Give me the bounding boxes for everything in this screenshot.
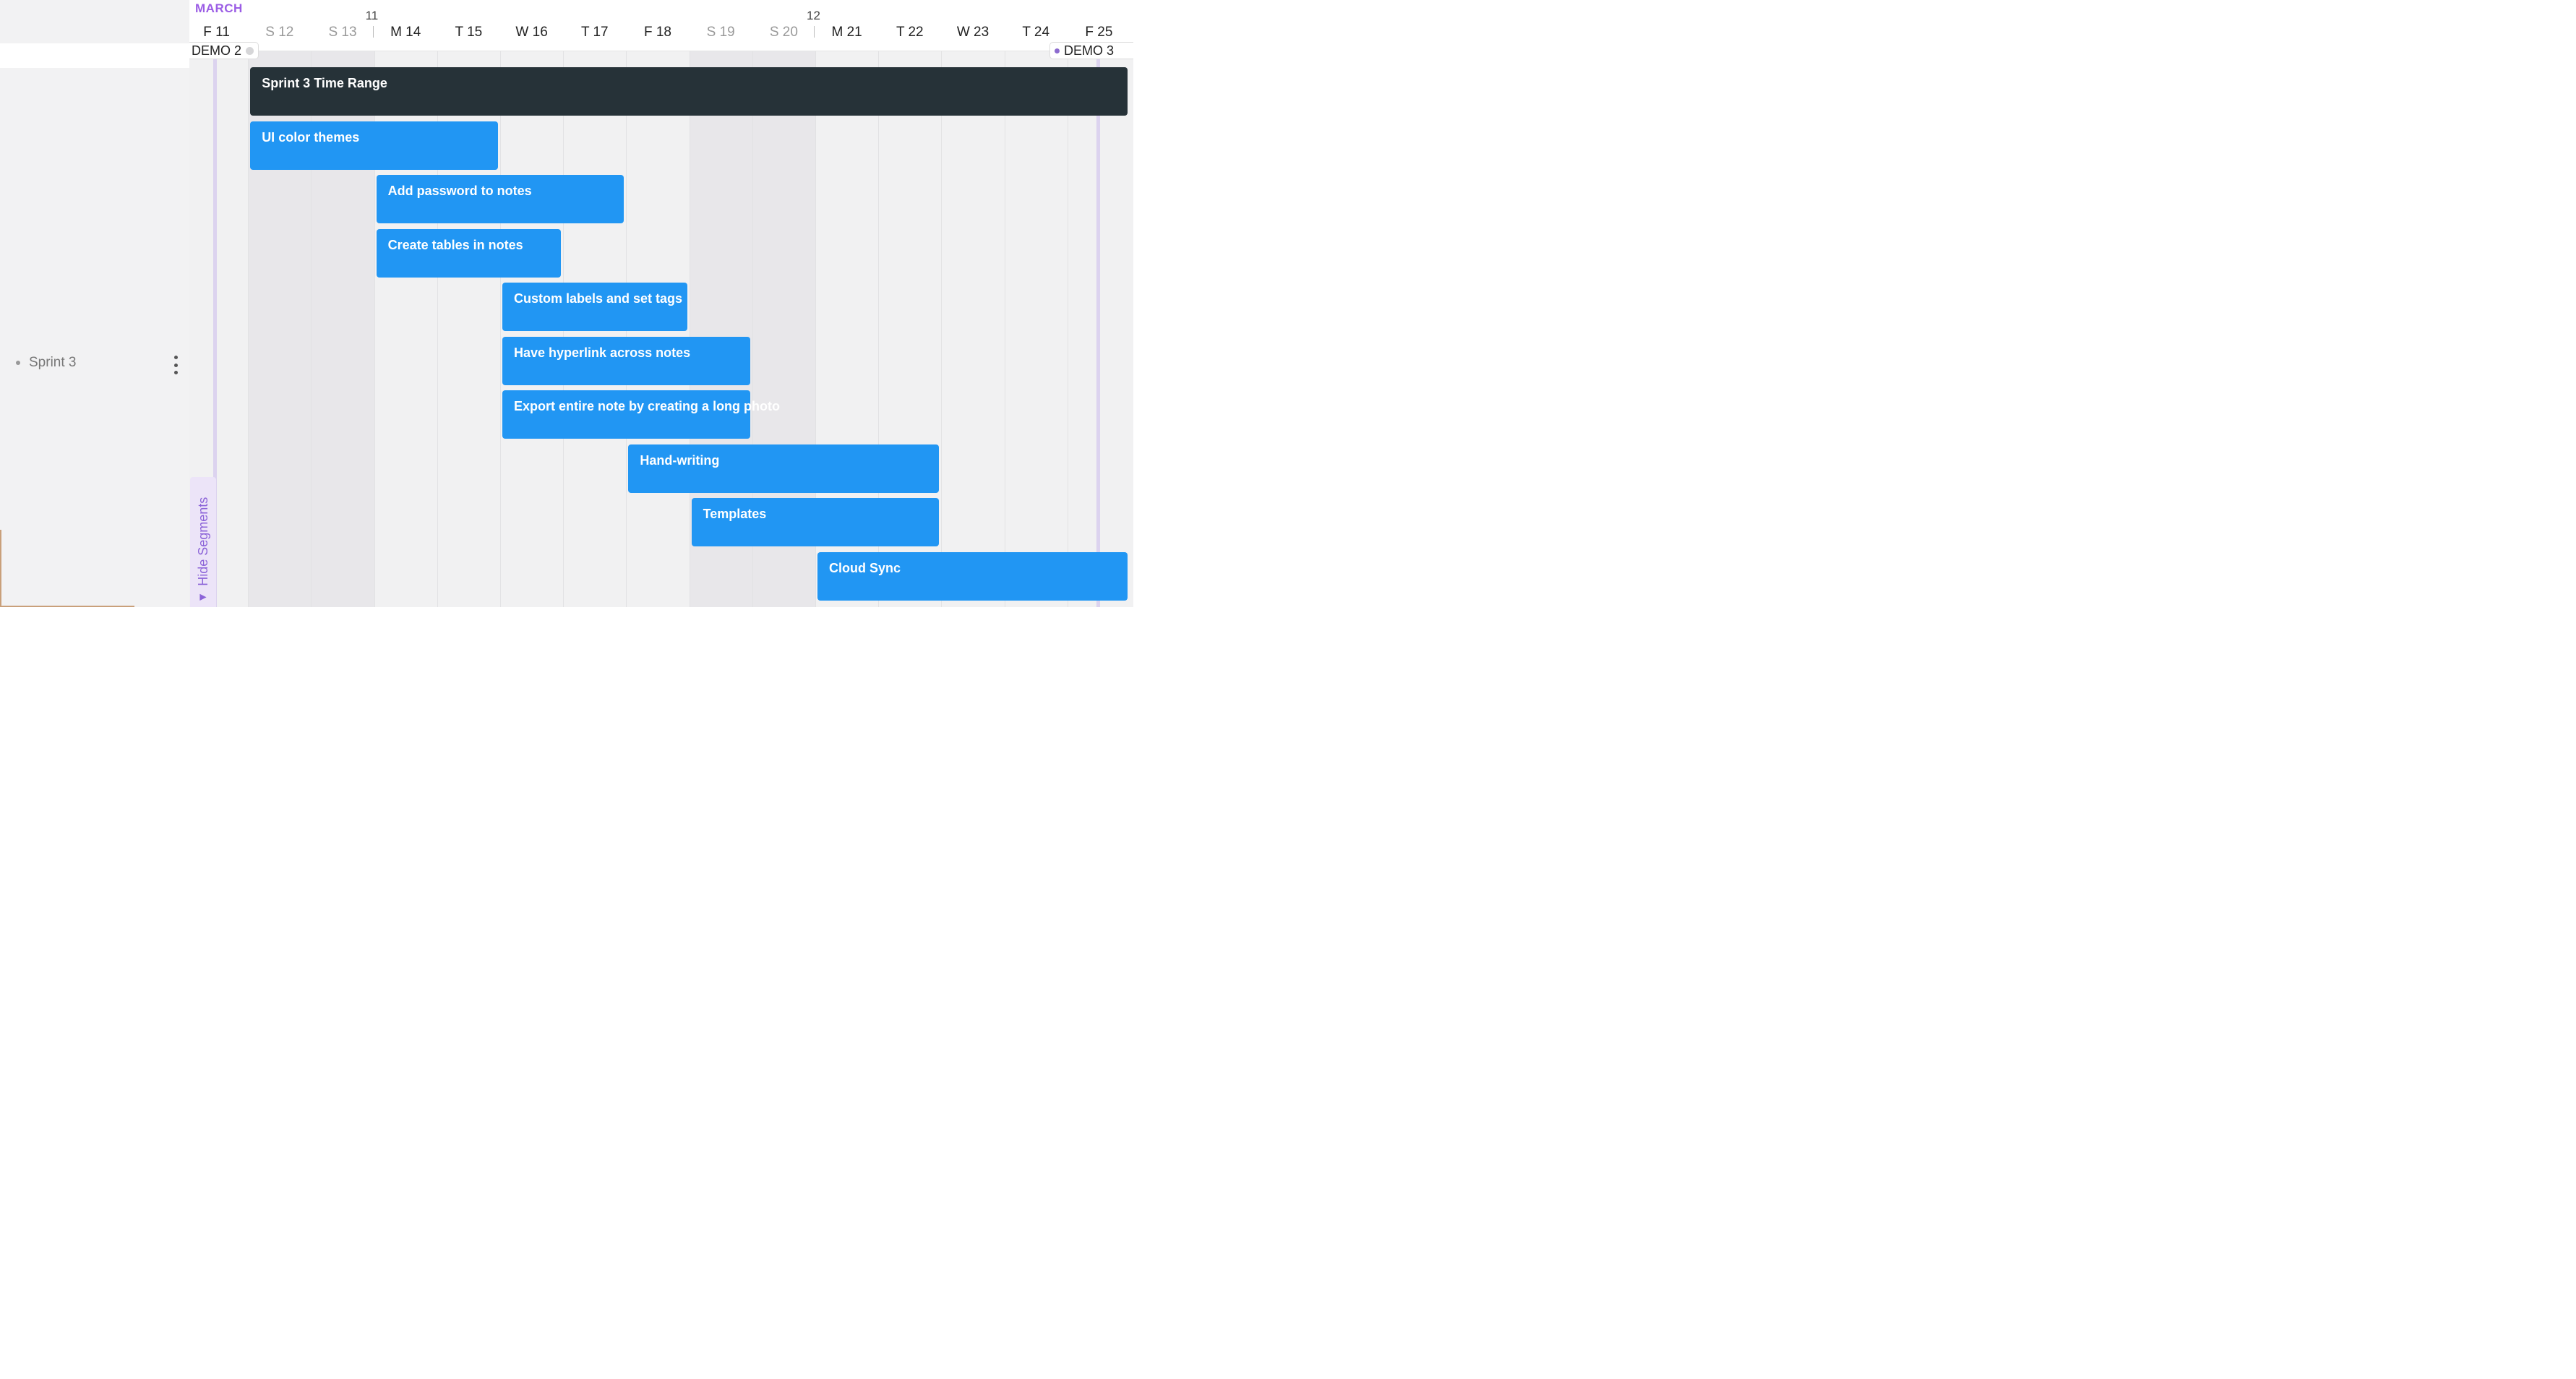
task-bar[interactable]: Export entire note by creating a long ph… [502,390,780,439]
week-separator [814,26,815,38]
left-pane: Sprint 3 [0,0,189,607]
task-bar[interactable]: Add password to notes [376,175,624,223]
day-label: S 20 [769,25,798,40]
day-label: T 24 [1022,25,1050,40]
timeline-header: MARCH F 11 S 12 S 13 M 14 T 15 W 16 T 17 F 18 S … [189,0,1133,51]
milestone-label: DEMO 3 [1064,43,1115,58]
day-column [941,51,1004,607]
day-label: W 16 [515,25,548,40]
more-options-icon[interactable] [172,356,179,374]
sidebar-item-label: Sprint 3 [29,355,77,370]
day-label: F 11 [203,25,230,40]
day-label: M 14 [390,25,421,40]
task-bar[interactable]: Templates [691,498,940,546]
left-header [0,0,189,43]
task-bar[interactable]: Cloud Sync [817,551,1128,601]
day-label: M 21 [831,25,862,40]
milestone-demo-3[interactable]: DEMO 3 [1049,42,1133,59]
day-label: S 12 [265,25,294,40]
task-bar[interactable]: Have hyperlink across notes [502,336,750,385]
day-label: T 17 [580,25,609,40]
day-label: S 13 [328,25,357,40]
task-bar[interactable]: Create tables in notes [376,228,562,278]
left-body [0,68,189,607]
day-label: W 23 [956,25,989,40]
day-column [1004,51,1068,607]
task-bar[interactable]: Hand-writing [628,444,940,493]
month-label: MARCH [195,1,243,15]
day-label: T 22 [896,25,924,40]
sidebar-item-sprint-3[interactable]: Sprint 3 [16,355,76,371]
day-label: F 18 [643,25,672,40]
day-label: T 15 [455,25,483,40]
task-bar[interactable]: Custom labels and set tags [502,283,687,331]
milestone-demo-2[interactable]: DEMO 2 [189,42,259,59]
day-label: S 19 [706,25,735,40]
milestone-dot-icon [246,46,254,55]
timeline: MARCH F 11 S 12 S 13 M 14 T 15 W 16 T 17 F 18 S … [189,0,1133,607]
milestone-label: DEMO 2 [192,43,242,58]
day-label: F 25 [1085,25,1113,40]
task-bar[interactable]: UI color themes [250,121,498,170]
demo-3-line [1096,51,1100,607]
hide-segments-button[interactable]: ▶ Hide Segments [190,477,216,607]
week-separator [372,26,374,38]
corner-panel [0,530,134,607]
sprint-range-bar[interactable]: Sprint 3 Time Range [250,67,1128,116]
collapse-arrow-icon: ▶ [199,591,207,602]
week-number: 12 [807,9,820,22]
hide-segments-label: Hide Segments [195,497,210,586]
bullet-icon [16,361,20,365]
milestone-dot-icon [1055,48,1060,53]
week-number: 11 [365,9,379,22]
